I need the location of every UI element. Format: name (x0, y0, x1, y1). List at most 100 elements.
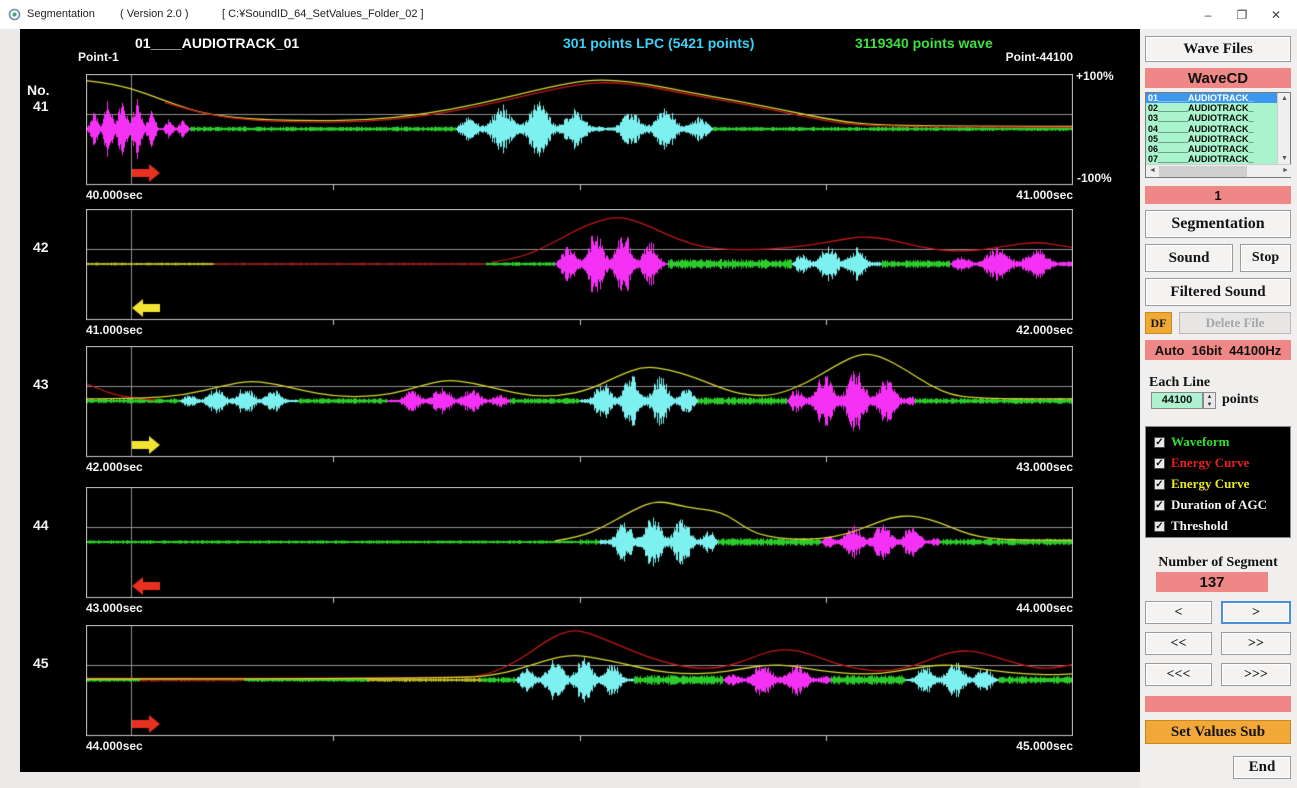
scroll-up-icon[interactable]: ▲ (1278, 93, 1291, 104)
each-line-input[interactable]: 44100 (1151, 392, 1203, 409)
control-sidebar: Wave Files WaveCD 01______AUDIOTRACK_02_… (1140, 29, 1297, 788)
minimize-button[interactable]: – (1192, 0, 1224, 29)
filtered-sound-button[interactable]: Filtered Sound (1145, 278, 1291, 306)
waveform-panel-41: 40.000sec 41.000sec (86, 74, 1073, 191)
display-option-row: ✓Energy Curve (1154, 476, 1249, 492)
checkbox-icon[interactable]: ✓ (1154, 500, 1165, 511)
window-path: [ C:¥SoundID_64_SetValues_Folder_02 ] (222, 8, 424, 20)
waveform-panel-43: 42.000sec 43.000sec (86, 346, 1073, 463)
display-option-row: ✓ Threshold (1154, 518, 1228, 534)
waveform-canvas[interactable] (86, 209, 1073, 326)
time-start-label: 40.000sec (86, 188, 143, 202)
df-button[interactable]: DF (1145, 312, 1172, 334)
segmentation-button[interactable]: Segmentation (1145, 210, 1291, 238)
wave-file-list[interactable]: 01______AUDIOTRACK_02______AUDIOTRACK_03… (1145, 92, 1291, 178)
wave-file-item[interactable]: 07______AUDIOTRACK_ (1146, 154, 1277, 164)
wave-file-items: 01______AUDIOTRACK_02______AUDIOTRACK_03… (1146, 93, 1277, 164)
file-counter: 1 (1145, 186, 1291, 204)
row-number: 41 (33, 98, 49, 114)
checkbox-icon[interactable]: ✓ (1154, 437, 1165, 448)
wave-file-item[interactable]: 02______AUDIOTRACK_ (1146, 103, 1277, 113)
waveform-canvas[interactable] (86, 74, 1073, 191)
points-label: points (1222, 392, 1259, 408)
row-number: 45 (33, 655, 49, 671)
display-options-panel: ✓Waveform✓Energy Curve✓Energy Curve✓Dura… (1145, 426, 1291, 538)
waveform-panel-45: 44.000sec 45.000sec (86, 625, 1073, 742)
waveform-canvas[interactable] (86, 487, 1073, 604)
set-values-sub-button[interactable]: Set Values Sub (1145, 720, 1291, 744)
end-button[interactable]: End (1233, 756, 1291, 779)
row-number: 43 (33, 376, 49, 392)
delete-file-button[interactable]: Delete File (1179, 312, 1291, 334)
row-number: 44 (33, 517, 49, 533)
stop-button[interactable]: Stop (1240, 244, 1291, 272)
point-start-label: Point-1 (78, 50, 119, 64)
next-page-button[interactable]: >> (1221, 632, 1291, 655)
lpc-points-label: 301 points LPC (5421 points) (563, 35, 754, 51)
time-end-label: 43.000sec (1016, 460, 1073, 474)
row-number: 42 (33, 239, 49, 255)
scroll-right-icon[interactable]: ► (1279, 165, 1292, 176)
close-button[interactable]: ✕ (1260, 0, 1292, 29)
window-version: ( Version 2.0 ) (120, 8, 188, 20)
first-button[interactable]: <<< (1145, 663, 1212, 686)
display-option-label: Threshold (1171, 518, 1228, 534)
time-start-label: 44.000sec (86, 739, 143, 753)
time-start-label: 41.000sec (86, 323, 143, 337)
wave-points-label: 3119340 points wave (855, 35, 993, 51)
scroll-left-icon[interactable]: ◄ (1146, 165, 1159, 176)
number-of-segment-value: 137 (1156, 572, 1268, 592)
time-axis: 44.000sec 45.000sec (86, 739, 1073, 753)
checkbox-icon[interactable]: ✓ (1154, 458, 1165, 469)
waveform-canvas[interactable] (86, 346, 1073, 463)
waveform-panel-42: 41.000sec 42.000sec (86, 209, 1073, 326)
waveform-area: 01____AUDIOTRACK_01 301 points LPC (5421… (20, 29, 1140, 772)
display-option-row: ✓ Waveform (1154, 434, 1229, 450)
wave-file-item[interactable]: 03______AUDIOTRACK_ (1146, 113, 1277, 123)
wave-file-item[interactable]: 05______AUDIOTRACK_ (1146, 134, 1277, 144)
time-end-label: 42.000sec (1016, 323, 1073, 337)
list-vertical-scrollbar[interactable]: ▲ ▼ (1277, 93, 1290, 164)
number-of-segment-label: Number of Segment (1145, 555, 1291, 571)
format-status: Auto 16bit 44100Hz (1145, 340, 1291, 360)
row-number-header: No. (27, 82, 50, 98)
display-option-label: Duration of AGC (1171, 497, 1267, 513)
time-end-label: 45.000sec (1016, 739, 1073, 753)
display-option-row: ✓Energy Curve (1154, 455, 1249, 471)
maximize-button[interactable]: ❐ (1226, 0, 1258, 29)
wave-file-item[interactable]: 01______AUDIOTRACK_ (1146, 93, 1277, 103)
sound-button[interactable]: Sound (1145, 244, 1233, 272)
checkbox-icon[interactable]: ✓ (1154, 479, 1165, 490)
time-axis: 40.000sec 41.000sec (86, 188, 1073, 202)
next-button[interactable]: > (1221, 601, 1291, 624)
app-icon (8, 8, 21, 21)
title-bar: Segmentation ( Version 2.0 ) [ C:¥SoundI… (0, 0, 1297, 29)
time-axis: 43.000sec 44.000sec (86, 601, 1073, 615)
time-end-label: 44.000sec (1016, 601, 1073, 615)
wave-file-item[interactable]: 06______AUDIOTRACK_ (1146, 144, 1277, 154)
status-bar (1145, 696, 1291, 712)
display-option-label: Waveform (1171, 434, 1229, 450)
waveform-canvas[interactable] (86, 625, 1073, 742)
window-title: Segmentation (27, 8, 95, 20)
time-axis: 41.000sec 42.000sec (86, 323, 1073, 337)
track-title: 01____AUDIOTRACK_01 (135, 35, 299, 51)
point-end-label: Point-44100 (993, 50, 1073, 64)
time-end-label: 41.000sec (1016, 188, 1073, 202)
wave-files-button[interactable]: Wave Files (1145, 36, 1291, 62)
list-horizontal-scrollbar[interactable]: ◄ ► (1146, 164, 1292, 177)
last-button[interactable]: >>> (1221, 663, 1291, 686)
checkbox-icon[interactable]: ✓ (1154, 521, 1165, 532)
prev-button[interactable]: < (1145, 601, 1212, 624)
time-start-label: 43.000sec (86, 601, 143, 615)
scrollbar-thumb[interactable] (1159, 166, 1247, 177)
each-line-spinner[interactable]: ▲▼ (1203, 392, 1216, 409)
time-start-label: 42.000sec (86, 460, 143, 474)
waveform-panel-44: 43.000sec 44.000sec (86, 487, 1073, 604)
wave-file-item[interactable]: 04______AUDIOTRACK_ (1146, 124, 1277, 134)
time-axis: 42.000sec 43.000sec (86, 460, 1073, 474)
display-option-row: ✓ Duration of AGC (1154, 497, 1267, 513)
prev-page-button[interactable]: << (1145, 632, 1212, 655)
each-line-label: Each Line (1149, 375, 1210, 391)
scroll-down-icon[interactable]: ▼ (1278, 153, 1291, 164)
